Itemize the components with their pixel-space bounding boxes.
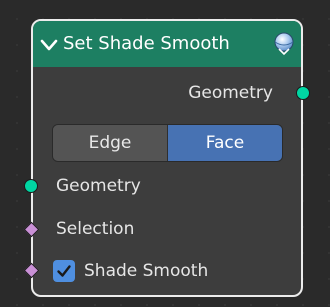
domain-edge-button[interactable]: Edge (53, 125, 168, 161)
shade-smooth-checkbox[interactable] (53, 260, 75, 282)
collapse-toggle[interactable] (38, 34, 60, 56)
domain-switch[interactable]: Edge Face (52, 124, 283, 162)
checkmark-icon (57, 265, 71, 277)
shade-smooth-label: Shade Smooth (84, 261, 209, 281)
output-geometry-label: Geometry (188, 83, 273, 103)
shade-smooth-checkbox-row[interactable]: Shade Smooth (53, 258, 208, 284)
node-title: Set Shade Smooth (63, 33, 230, 54)
input-geometry-socket[interactable] (24, 179, 38, 193)
output-geometry-socket[interactable] (296, 86, 310, 100)
preview-toggle[interactable] (267, 32, 297, 56)
set-shade-smooth-node[interactable]: Set Shade Smooth Geometry Edge Face Geom… (23, 19, 310, 297)
chevron-down-icon (40, 39, 58, 51)
input-geometry-label: Geometry (56, 176, 141, 196)
node-header[interactable]: Set Shade Smooth (33, 21, 301, 67)
sphere-icon (274, 32, 294, 56)
domain-face-button[interactable]: Face (168, 125, 282, 161)
input-selection-label: Selection (56, 219, 135, 239)
